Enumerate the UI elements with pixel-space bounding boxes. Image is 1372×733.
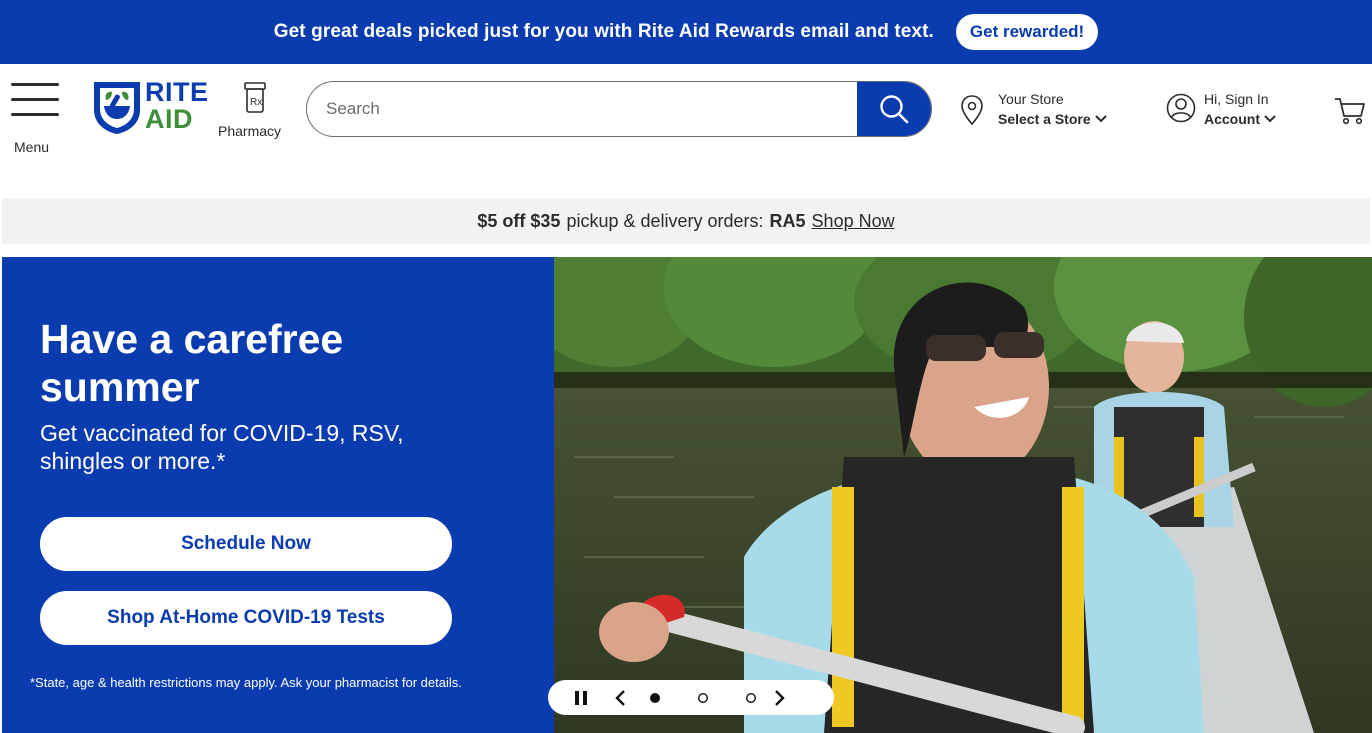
dot-icon — [697, 692, 709, 703]
account-line2: Account — [1204, 111, 1260, 127]
hero-subtitle: Get vaccinated for COVID-19, RSV, shingl… — [40, 420, 404, 474]
pause-button[interactable] — [570, 680, 592, 715]
logo-text-rite: RITE — [145, 77, 209, 107]
logo-shield-icon — [94, 82, 140, 134]
chevron-left-icon — [615, 689, 625, 706]
hero-title: Have a carefree summer — [40, 316, 344, 410]
promo-text: pickup & delivery orders: — [566, 210, 764, 231]
promo-offer: $5 off $35 — [477, 210, 561, 231]
rewards-banner-text: Get great deals picked just for you with… — [273, 21, 934, 42]
carousel-dot-1[interactable] — [646, 680, 664, 715]
shop-covid-tests-button[interactable]: Shop At-Home COVID-19 Tests — [40, 591, 452, 645]
hero-image — [554, 257, 1372, 733]
rewards-banner: Get great deals picked just for you with… — [0, 0, 1372, 64]
store-line2: Select a Store — [998, 111, 1091, 127]
menu-label: Menu — [14, 139, 50, 155]
location-pin-icon — [961, 95, 983, 126]
promo-code: RA5 — [769, 210, 806, 231]
carousel-prev-button[interactable] — [610, 680, 630, 715]
carousel-next-button[interactable] — [770, 680, 790, 715]
store-selector[interactable]: Your Store Select a Store — [959, 90, 1108, 134]
cart-icon — [1335, 98, 1365, 125]
carousel-controls — [548, 680, 834, 715]
svg-text:Rx: Rx — [250, 97, 262, 108]
pharmacy-label: Pharmacy — [218, 123, 282, 139]
shop-now-link[interactable]: Shop Now — [812, 211, 895, 232]
search-icon — [880, 95, 909, 124]
rite-aid-logo[interactable]: RITE AID — [92, 78, 217, 138]
dot-icon — [745, 692, 757, 703]
hero-disclaimer: *State, age & health restrictions may ap… — [30, 675, 462, 690]
chevron-right-icon — [775, 689, 785, 706]
carousel-dot-3[interactable] — [742, 680, 760, 715]
search-input[interactable] — [307, 82, 857, 136]
hero-panel: Have a carefree summer Get vaccinated fo… — [2, 257, 554, 733]
site-header: Menu RITE AID Rx Pharmacy Search Your St… — [0, 64, 1372, 196]
pharmacy-link[interactable]: Rx Pharmacy — [218, 82, 294, 142]
account-line1: Hi, Sign In — [1204, 91, 1269, 107]
search-bar — [306, 81, 932, 137]
cart-button[interactable] — [1334, 96, 1366, 131]
chevron-down-icon — [1264, 115, 1276, 123]
schedule-now-button[interactable]: Schedule Now — [40, 517, 452, 571]
chevron-down-icon — [1094, 115, 1107, 123]
menu-button[interactable]: Menu — [10, 83, 60, 155]
carousel-dot-2[interactable] — [694, 680, 712, 715]
pharmacy-bottle-icon: Rx — [244, 82, 266, 113]
logo-text-aid: AID — [145, 104, 193, 134]
store-line1: Your Store — [998, 91, 1064, 107]
search-button[interactable] — [857, 82, 931, 136]
account-menu[interactable]: Hi, Sign In Account — [1166, 90, 1277, 134]
pause-icon — [575, 690, 587, 705]
dot-active-icon — [650, 692, 660, 703]
promo-bar: $5 off $35 pickup & delivery orders: RA5… — [2, 198, 1370, 244]
user-icon — [1166, 93, 1196, 123]
get-rewarded-button[interactable]: Get rewarded! — [955, 14, 1099, 50]
